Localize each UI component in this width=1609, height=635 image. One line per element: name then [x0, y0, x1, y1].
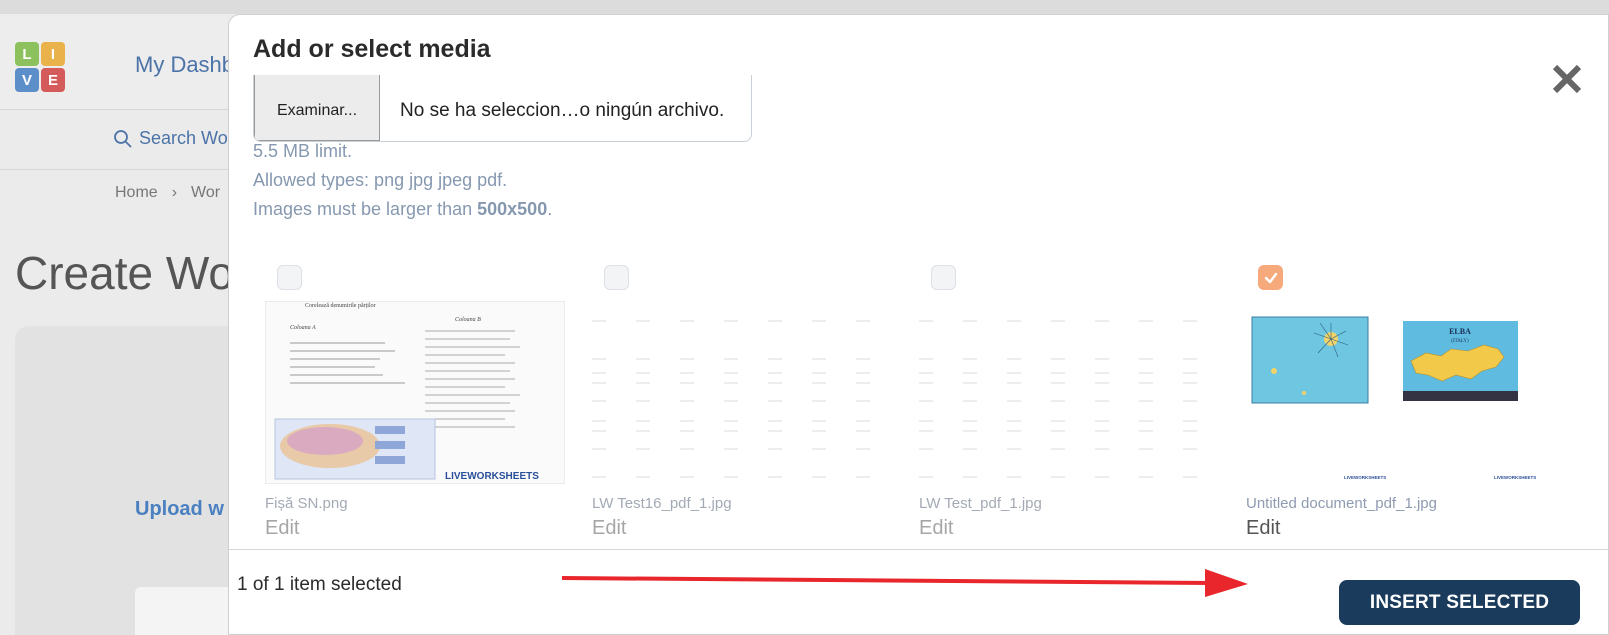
close-button[interactable] — [1547, 59, 1587, 99]
browse-button[interactable]: Examinar... — [254, 75, 380, 141]
logo-letter-v: V — [15, 68, 39, 92]
min-dimensions-text: Images must be larger than 500x500. — [253, 199, 552, 220]
media-edit-link[interactable]: Edit — [265, 517, 299, 540]
selection-count: 1 of 1 item selected — [237, 574, 402, 595]
page-title: Create Wo — [15, 247, 235, 299]
media-item[interactable]: Corelează denumirile părților Coloana A … — [253, 265, 565, 561]
worksheet-coloana-a: Coloana A — [290, 325, 316, 331]
media-thumbnail-test16[interactable] — [592, 301, 892, 484]
dashboard-link[interactable]: My Dashb — [135, 52, 234, 78]
media-edit-link[interactable]: Edit — [592, 517, 626, 540]
worksheet-header: Corelează denumirile părților — [305, 303, 376, 309]
media-grid: Corelează denumirile părților Coloana A … — [253, 265, 1608, 561]
min-dimensions-prefix: Images must be larger than — [253, 199, 478, 219]
file-input[interactable]: Examinar... No se ha seleccion…o ningún … — [253, 75, 752, 142]
media-thumbnail-test[interactable] — [919, 301, 1219, 484]
map-title: ELBA — [1449, 327, 1471, 336]
media-modal: Add or select media Examinar... No se ha… — [228, 14, 1609, 635]
breadcrumb: Home › Wor — [115, 184, 220, 202]
media-checkbox[interactable] — [931, 265, 956, 290]
min-dimensions-suffix: . — [547, 199, 553, 219]
search-link[interactable]: Search Wo — [113, 128, 228, 149]
checkmark-icon — [1264, 272, 1277, 283]
media-filename: LW Test_pdf_1.jpg — [919, 495, 1042, 512]
top-strip — [0, 0, 1609, 14]
map-subtitle: (ITALY) — [1451, 339, 1469, 344]
min-dimensions-value: 500x500 — [477, 199, 548, 219]
close-icon — [1552, 64, 1582, 94]
search-icon — [114, 129, 132, 148]
allowed-types-text: Allowed types: png jpg jpeg pdf. — [253, 170, 508, 190]
upload-heading: Upload w — [135, 498, 224, 520]
media-item[interactable]: LW Test_pdf_1.jpg Edit 15 — [907, 265, 1219, 561]
file-status: No se ha seleccion…o ningún archivo. — [400, 100, 725, 121]
insert-selected-button[interactable]: INSERT SELECTED — [1339, 580, 1580, 625]
watermark-text: LIVEWORKSHEETS — [445, 471, 539, 482]
media-filename: Untitled document_pdf_1.jpg — [1246, 495, 1437, 512]
watermark-text: LIVEWORKSHEETS — [1494, 475, 1536, 480]
breadcrumb-home[interactable]: Home — [115, 184, 158, 202]
media-thumbnail-worksheet[interactable]: Corelează denumirile părților Coloana A … — [265, 301, 565, 484]
media-filename: Fișă SN.png — [265, 495, 348, 512]
media-item[interactable]: LW Test16_pdf_1.jpg Edit 15 — [580, 265, 892, 561]
modal-title: Add or select media — [253, 35, 491, 63]
size-limit-text: 5.5 MB limit. — [253, 141, 353, 161]
logo-letter-i: I — [41, 42, 65, 66]
search-label: Search Wo — [139, 128, 228, 148]
logo-letter-l: L — [15, 42, 39, 66]
media-checkbox[interactable] — [604, 265, 629, 290]
media-thumbnail-elba[interactable]: ELBA (ITALY) LIVEWORKSHEETS LIVEWORKSHEE… — [1246, 301, 1546, 484]
media-edit-link[interactable]: Edit — [1246, 517, 1280, 540]
worksheet-coloana-b: Coloana B — [455, 317, 481, 323]
media-item-selected[interactable]: ELBA (ITALY) LIVEWORKSHEETS LIVEWORKSHEE… — [1234, 265, 1546, 561]
media-checkbox-checked[interactable] — [1258, 265, 1283, 290]
annotation-arrow-icon — [561, 569, 1248, 597]
media-filename: LW Test16_pdf_1.jpg — [592, 495, 732, 512]
breadcrumb-worksheets[interactable]: Wor — [191, 184, 220, 202]
media-checkbox[interactable] — [277, 265, 302, 290]
chevron-right-icon: › — [171, 184, 178, 201]
watermark-text: LIVEWORKSHEETS — [1344, 475, 1386, 480]
live-logo[interactable]: L I V E — [15, 42, 65, 92]
media-edit-link[interactable]: Edit — [919, 517, 953, 540]
logo-letter-e: E — [41, 68, 65, 92]
